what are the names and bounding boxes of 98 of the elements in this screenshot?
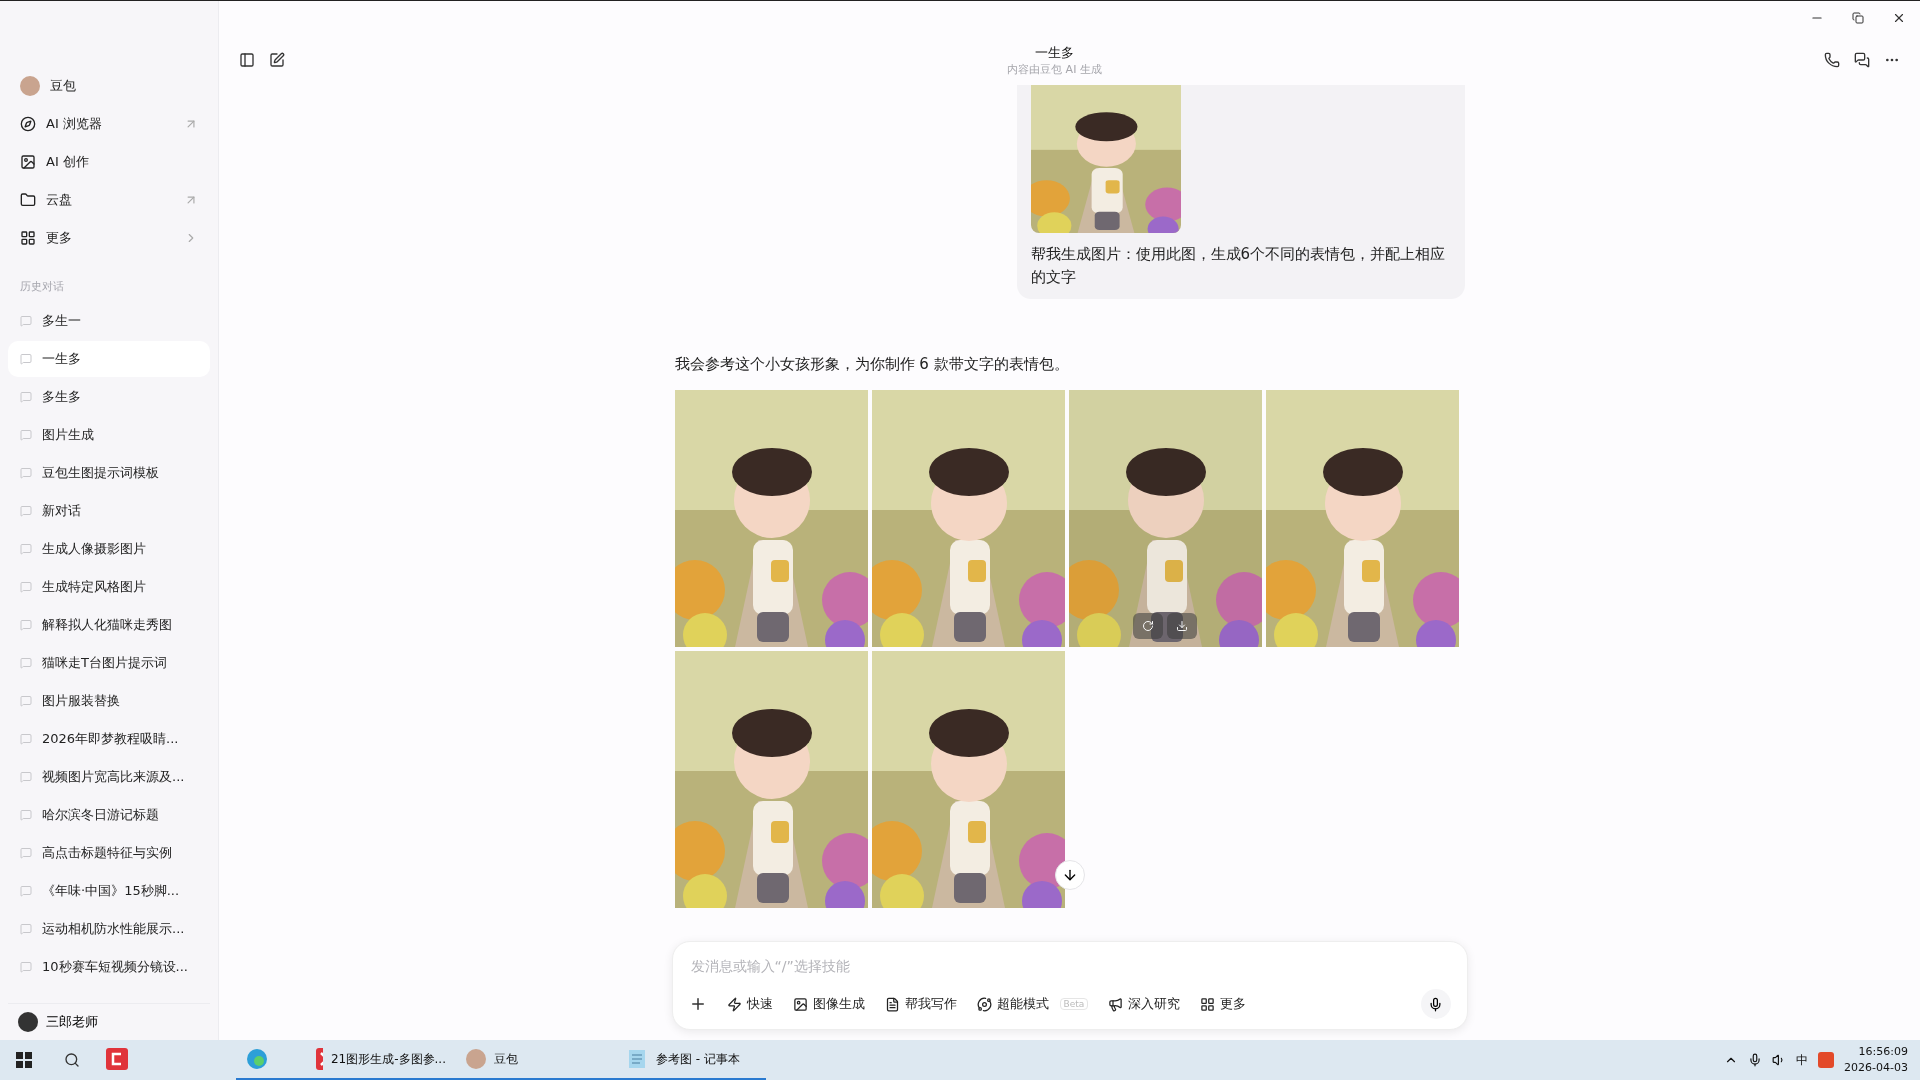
planet-icon — [976, 996, 992, 1012]
chat-icon — [20, 961, 32, 973]
tool-button[interactable]: 更多 — [1200, 995, 1247, 1013]
call-button[interactable] — [1824, 52, 1840, 68]
chat-icon — [20, 467, 32, 479]
avatar-icon — [20, 76, 40, 96]
tool-button[interactable]: 图像生成 — [792, 995, 865, 1013]
history-item[interactable]: 一生多 — [8, 341, 210, 377]
app-item[interactable]: 豆包 — [8, 67, 210, 105]
share-button[interactable] — [1854, 52, 1870, 68]
document-icon — [884, 996, 900, 1012]
history-item[interactable]: 哈尔滨冬日游记标题 — [8, 796, 210, 834]
app-icon — [316, 1048, 323, 1070]
history-item[interactable]: 多生一 — [8, 302, 210, 340]
tool-button[interactable]: 深入研究 — [1108, 995, 1181, 1013]
history-item[interactable]: 解释拟人化猫咪走秀图 — [8, 606, 210, 644]
history-item[interactable]: 运动相机防水性能展示... — [8, 910, 210, 948]
regenerate-button[interactable] — [1133, 613, 1163, 639]
history-item[interactable]: 新对话 — [8, 492, 210, 530]
notepad-icon — [626, 1048, 648, 1070]
history-item[interactable]: 豆包生图提示词模板 — [8, 454, 210, 492]
search-icon — [64, 1052, 80, 1068]
taskbar-app[interactable]: 参考图 - 记事本 — [616, 1040, 766, 1080]
sidebar-toggle-button[interactable] — [239, 52, 255, 68]
close-icon — [1892, 11, 1906, 25]
taskbar-app[interactable]: 豆包 — [456, 1040, 616, 1080]
history-item[interactable]: 《年味·中国》15秒脚... — [8, 872, 210, 910]
refresh-icon — [1142, 620, 1154, 632]
chat-icon — [20, 543, 32, 555]
history-item[interactable]: 10秒赛车短视频分镜设... — [8, 948, 210, 986]
chat-icon — [20, 733, 32, 745]
history-item[interactable]: 视频图片宽高比来源及... — [8, 758, 210, 796]
chat-icon — [20, 695, 32, 707]
tool-button[interactable]: 帮我写作 — [884, 995, 957, 1013]
phone-icon — [1824, 52, 1840, 68]
ai-notice: 内容由豆包 AI 生成 — [1007, 61, 1102, 77]
history-item[interactable]: 高点击标题特征与实例 — [8, 834, 210, 872]
microphone-icon — [1428, 996, 1443, 1012]
folder-icon — [20, 192, 36, 208]
history-item[interactable]: 图片生成 — [8, 416, 210, 454]
clock[interactable]: 16:56:09 2026-04-03 — [1844, 1044, 1908, 1076]
tool-button[interactable]: 超能模式 Beta — [976, 995, 1089, 1013]
beta-badge: Beta — [1059, 998, 1089, 1010]
sidebar-icon — [239, 52, 255, 68]
chat-icon — [20, 847, 32, 859]
app-icon[interactable] — [1818, 1052, 1835, 1068]
chat-icon — [20, 429, 32, 441]
windows-icon — [16, 1052, 32, 1068]
chat-icon — [20, 619, 32, 631]
chat-icon — [20, 315, 32, 327]
image-icon — [792, 996, 808, 1012]
browser-icon — [246, 1048, 268, 1070]
chat-icon — [20, 809, 32, 821]
restore-icon — [1852, 12, 1864, 24]
avatar-icon — [18, 1012, 38, 1032]
chat-icon — [20, 923, 32, 935]
chat-icon — [20, 353, 32, 365]
microphone-icon[interactable] — [1748, 1053, 1763, 1067]
message-input[interactable]: 发消息或输入“/”选择技能 — [688, 957, 1455, 975]
ime-indicator[interactable]: 中 — [1796, 1051, 1809, 1069]
section-title: 历史对话 — [19, 279, 65, 295]
new-chat-button[interactable] — [269, 52, 285, 68]
megaphone-icon — [1108, 996, 1124, 1012]
download-button[interactable] — [1167, 613, 1197, 639]
history-item[interactable]: 多生多 — [8, 378, 210, 416]
history-item[interactable]: 图片服装替换 — [8, 682, 210, 720]
nav-item[interactable]: 更多 — [8, 219, 210, 257]
nav-item[interactable]: AI 创作 — [8, 143, 210, 181]
lightning-icon — [726, 996, 742, 1012]
download-icon — [1176, 620, 1188, 632]
avatar-icon — [466, 1049, 486, 1069]
chat-icon — [20, 885, 32, 897]
taskbar-app[interactable]: 21图形生成-多图参... — [306, 1040, 456, 1080]
nav-item[interactable]: AI 浏览器 — [8, 105, 210, 143]
image-icon — [20, 154, 36, 170]
message-text: 帮我生成图片：使用此图，生成6个不同的表情包，并配上相应的文字 — [1030, 244, 1447, 288]
edit-icon — [269, 52, 285, 68]
close-button[interactable] — [1892, 11, 1906, 25]
history-item[interactable]: 生成人像摄影图片 — [8, 530, 210, 568]
compass-icon — [20, 116, 36, 132]
microphone-button[interactable] — [1420, 989, 1451, 1019]
restore-button[interactable] — [1852, 12, 1864, 24]
nav-item[interactable]: 云盘 — [8, 181, 210, 219]
tool-button[interactable]: 快速 — [726, 995, 773, 1013]
history-item[interactable]: 生成特定风格图片 — [8, 568, 210, 606]
app-icon — [106, 1048, 128, 1070]
grid-icon — [20, 230, 36, 246]
chat-title: 一生多 — [1035, 43, 1074, 62]
chat-icon — [20, 391, 32, 403]
chat-icon — [20, 581, 32, 593]
history-item[interactable]: 猫咪走T台图片提示词 — [8, 644, 210, 682]
chat-icon — [20, 657, 32, 669]
chat-icon — [1854, 52, 1870, 68]
grid-icon — [1200, 996, 1216, 1012]
history-item[interactable]: 2026年即梦教程吸睛... — [8, 720, 210, 758]
reply-text: 我会参考这个小女孩形象，为你制作 6 款带文字的表情包。 — [674, 355, 1070, 374]
chat-icon — [20, 771, 32, 783]
chat-icon — [20, 505, 32, 517]
